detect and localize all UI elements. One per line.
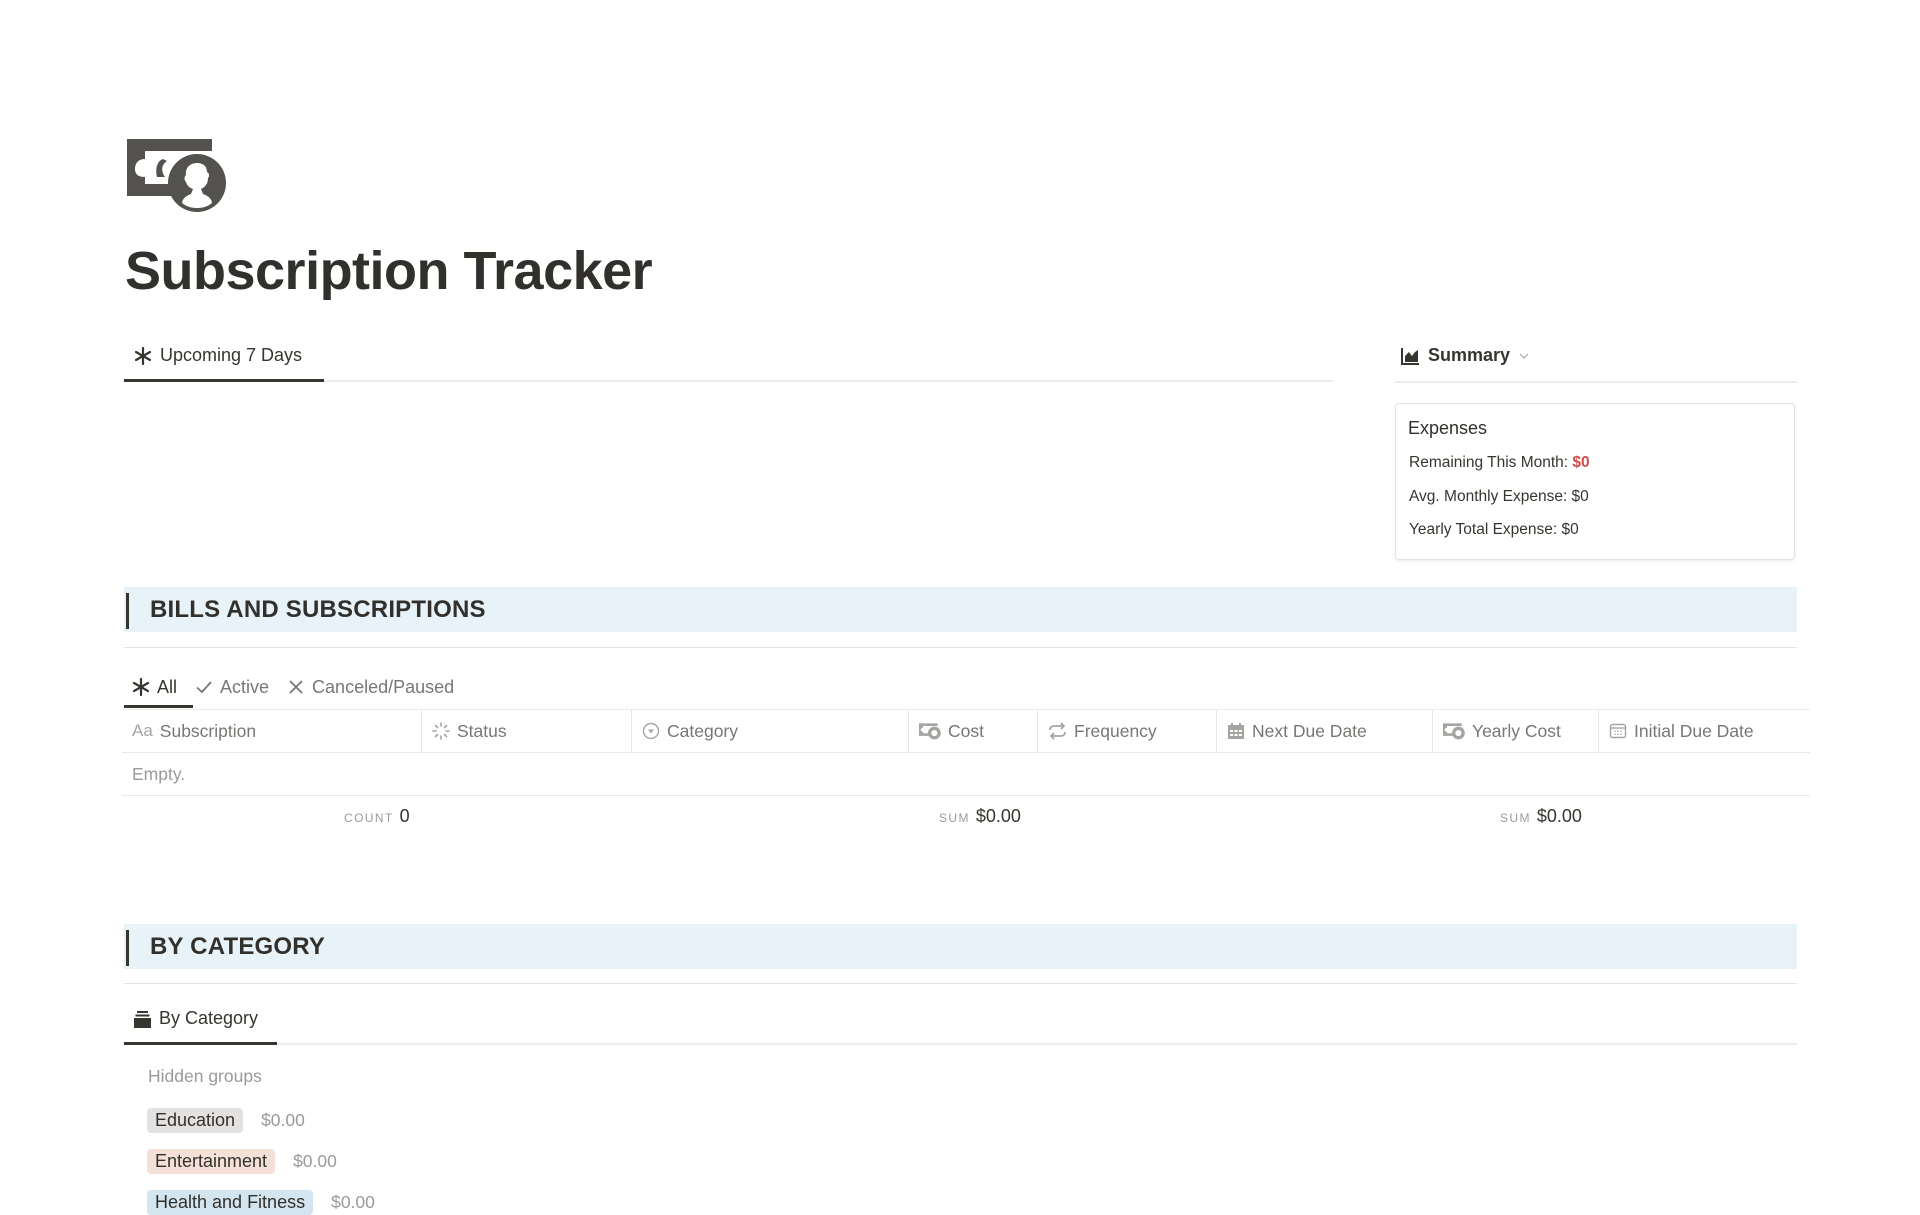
group-education[interactable]: Education $0.00 xyxy=(147,1108,305,1133)
divider xyxy=(124,647,1797,648)
summary-card-title: Expenses xyxy=(1408,418,1488,438)
repeat-icon xyxy=(1049,722,1066,740)
money-icon xyxy=(1443,722,1465,739)
tab-label: By Category xyxy=(159,1008,259,1028)
group-sum: $0.00 xyxy=(293,1151,337,1171)
money-icon xyxy=(919,722,941,739)
remaining-this-month: Remaining This Month: $0 xyxy=(1409,454,1590,471)
money-icon xyxy=(127,139,226,212)
tab-canceled-paused[interactable]: Canceled/Paused xyxy=(279,670,464,704)
remaining-value: $0 xyxy=(1572,454,1590,471)
stack-icon xyxy=(134,1010,151,1028)
active-tab-indicator xyxy=(124,705,193,708)
category-tag: Health and Fitness xyxy=(147,1190,314,1215)
hidden-groups-toggle[interactable]: Hidden groups xyxy=(148,1066,262,1087)
count-aggregate[interactable]: COUNT 0 xyxy=(344,806,410,827)
tab-upcoming-7-days[interactable]: Upcoming 7 Days xyxy=(134,345,302,366)
table-footer: COUNT 0 SUM $0.00 SUM $0.00 xyxy=(122,796,1810,838)
quote-bar xyxy=(126,593,129,629)
column-header-cost[interactable]: Cost xyxy=(909,710,1038,752)
bills-view-tabs: All Active Canceled/Paused xyxy=(124,670,464,708)
tab-by-category[interactable]: By Category xyxy=(134,1008,258,1029)
column-header-category[interactable]: Category xyxy=(632,710,909,752)
chart-icon xyxy=(1401,347,1419,365)
tab-summary[interactable]: Summary xyxy=(1401,345,1530,366)
active-tab-indicator xyxy=(124,1042,277,1045)
calendar-icon xyxy=(1228,723,1244,739)
group-entertainment[interactable]: Entertainment $0.00 xyxy=(147,1149,337,1174)
by-category-section-heading: BY CATEGORY xyxy=(124,924,1797,969)
summary-card: Expenses Remaining This Month: $0 Avg. M… xyxy=(1395,403,1795,560)
text-icon: Aa xyxy=(132,721,153,740)
tab-all[interactable]: All xyxy=(124,670,187,704)
column-header-subscription[interactable]: Aa Subscription xyxy=(122,710,422,752)
column-header-status[interactable]: Status xyxy=(422,710,632,752)
page-icon[interactable] xyxy=(127,139,227,213)
tab-active[interactable]: Active xyxy=(187,670,279,704)
yearly-total-expense: Yearly Total Expense: $0 xyxy=(1409,521,1579,538)
cost-sum-aggregate[interactable]: SUM $0.00 xyxy=(939,806,1021,827)
category-tag: Education xyxy=(147,1108,244,1133)
tab-bar-divider xyxy=(1395,381,1797,383)
asterisk-icon xyxy=(134,346,152,365)
active-tab-indicator xyxy=(124,379,324,382)
tab-label: Summary xyxy=(1428,345,1511,365)
calendar-outline-icon xyxy=(1609,723,1627,739)
column-header-yearly-cost[interactable]: Yearly Cost xyxy=(1433,710,1599,752)
page-title: Subscription Tracker xyxy=(125,241,653,301)
asterisk-icon xyxy=(132,678,150,696)
quote-bar xyxy=(126,930,129,966)
bills-table: Aa Subscription Status Category Cost Fre… xyxy=(122,709,1810,838)
column-header-initial-due-date[interactable]: Initial Due Date xyxy=(1599,710,1810,752)
table-header: Aa Subscription Status Category Cost Fre… xyxy=(122,709,1810,753)
tab-bar-divider xyxy=(124,1043,1797,1045)
divider xyxy=(124,983,1797,984)
category-tag: Entertainment xyxy=(147,1149,276,1174)
group-sum: $0.00 xyxy=(331,1192,375,1212)
avg-monthly-expense: Avg. Monthly Expense: $0 xyxy=(1409,488,1589,505)
yearly-cost-sum-aggregate[interactable]: SUM $0.00 xyxy=(1500,806,1582,827)
section-heading-text: BY CATEGORY xyxy=(150,933,326,960)
section-heading-text: BILLS AND SUBSCRIPTIONS xyxy=(150,596,486,623)
check-icon xyxy=(196,681,212,694)
column-header-next-due-date[interactable]: Next Due Date xyxy=(1217,710,1433,752)
select-icon xyxy=(642,722,660,740)
empty-state-row: Empty. xyxy=(122,753,1810,796)
group-health-and-fitness[interactable]: Health and Fitness $0.00 xyxy=(147,1190,375,1215)
bills-section-heading: BILLS AND SUBSCRIPTIONS xyxy=(124,587,1797,632)
column-header-frequency[interactable]: Frequency xyxy=(1038,710,1217,752)
status-icon xyxy=(432,722,450,740)
group-sum: $0.00 xyxy=(261,1110,305,1130)
chevron-down-icon[interactable] xyxy=(1518,350,1530,362)
x-icon xyxy=(289,680,303,694)
tab-label: Upcoming 7 Days xyxy=(160,345,303,365)
